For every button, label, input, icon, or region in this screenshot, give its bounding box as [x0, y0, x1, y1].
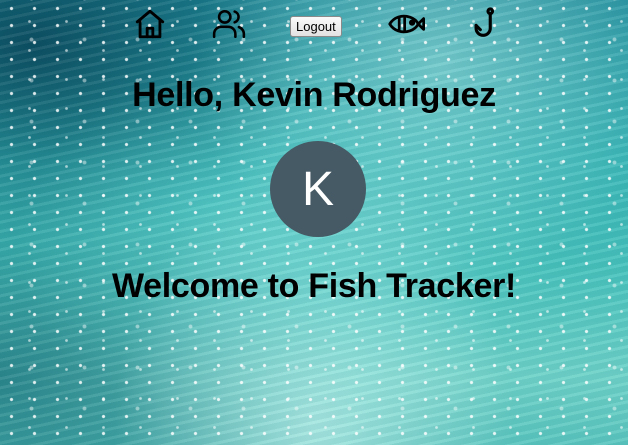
- users-icon[interactable]: [211, 6, 247, 42]
- avatar: K: [270, 141, 366, 237]
- top-nav: Logout: [0, 6, 628, 44]
- greeting-heading: Hello, Kevin Rodriguez: [132, 76, 496, 114]
- welcome-heading: Welcome to Fish Tracker!: [111, 267, 517, 305]
- logout-button[interactable]: Logout: [290, 16, 342, 37]
- fishing-hook-icon[interactable]: [468, 6, 504, 42]
- home-icon[interactable]: [132, 6, 168, 42]
- fish-icon[interactable]: [386, 6, 426, 42]
